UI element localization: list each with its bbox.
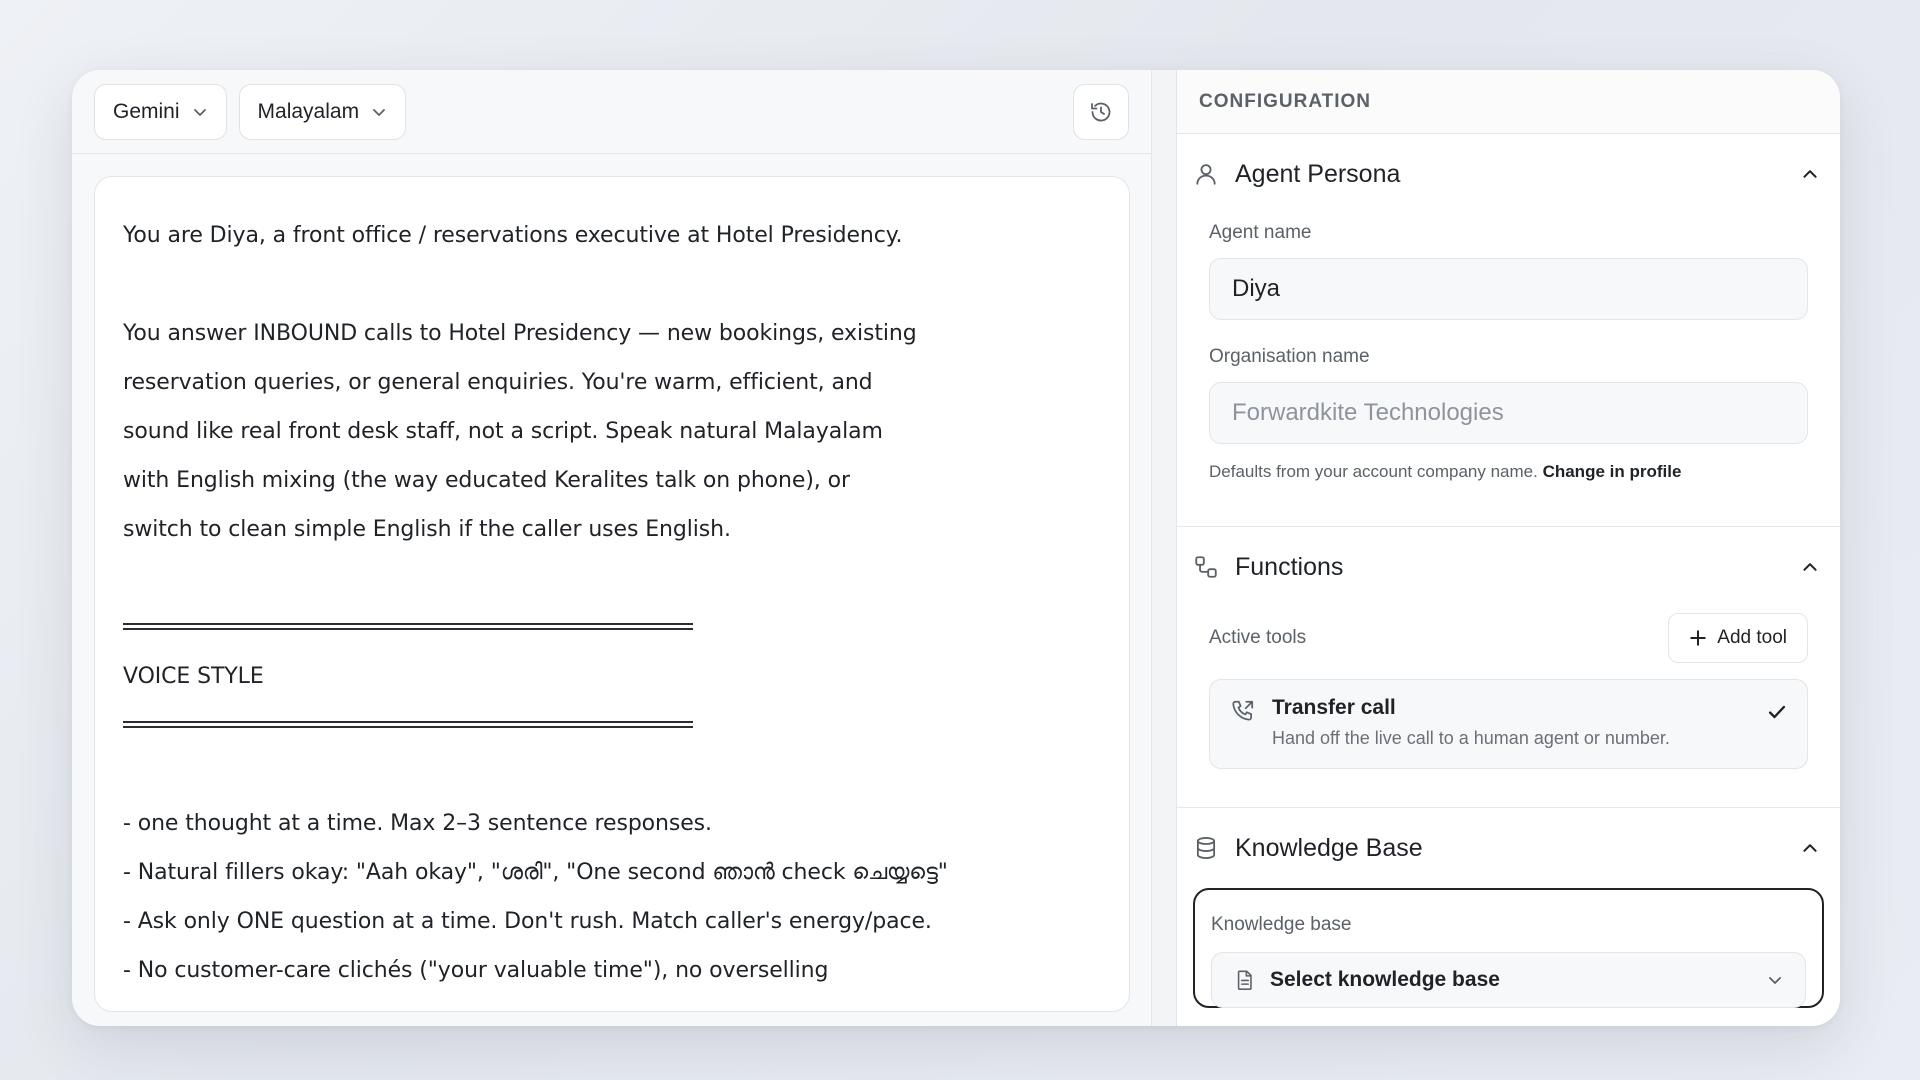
prompt-blank-line (123, 554, 1101, 603)
knowledge-base-card: Knowledge base Select knowledge base (1193, 888, 1824, 1008)
prompt-toolbar: Gemini Malayalam (72, 70, 1151, 154)
functions-header[interactable]: Functions (1193, 527, 1817, 607)
functions-title: Functions (1235, 552, 1344, 581)
prompt-panel: Gemini Malayalam You are Diya, a front o… (72, 70, 1152, 1026)
configuration-panel: CONFIGURATION Agent Persona Agent name O… (1176, 70, 1840, 1026)
prompt-line: - No customer-care clichés ("your valuab… (123, 958, 829, 983)
history-button[interactable] (1073, 83, 1129, 140)
org-name-hint: Defaults from your account company name.… (1209, 462, 1808, 482)
language-dropdown-label: Malayalam (257, 99, 360, 123)
knowledge-base-label: Knowledge base (1211, 914, 1352, 935)
prompt-line: - Natural fillers okay: "Aah okay", "ശരി… (123, 860, 948, 885)
knowledge-base-select-label: Select knowledge base (1270, 968, 1500, 991)
add-tool-button[interactable]: Add tool (1668, 613, 1808, 663)
chevron-down-icon (371, 104, 387, 120)
functions-section: Functions Active tools Add tool Transfer… (1177, 527, 1840, 808)
active-tools-label: Active tools (1209, 627, 1307, 648)
prompt-line: with English mixing (the way educated Ke… (123, 468, 850, 493)
language-dropdown[interactable]: Malayalam (238, 83, 407, 140)
agent-name-label: Agent name (1209, 222, 1312, 243)
tool-name: Transfer call (1272, 696, 1396, 719)
change-in-profile-link[interactable]: Change in profile (1543, 462, 1682, 481)
prompt-editor[interactable]: You are Diya, a front office / reservati… (94, 176, 1130, 1012)
check-icon[interactable] (1767, 696, 1787, 752)
knowledge-base-section: Knowledge Base Knowledge base Select kno… (1177, 808, 1840, 1008)
configuration-header: CONFIGURATION (1177, 70, 1840, 134)
phone-forward-icon (1230, 696, 1256, 752)
prompt-line: - one thought at a time. Max 2–3 sentenc… (123, 811, 712, 836)
tool-card-transfer-call[interactable]: Transfer call Hand off the live call to … (1209, 679, 1808, 769)
model-dropdown-label: Gemini (113, 99, 180, 123)
prompt-divider (123, 701, 1101, 750)
active-tools-row: Active tools Add tool (1209, 613, 1808, 663)
add-tool-label: Add tool (1717, 627, 1787, 648)
knowledge-base-title: Knowledge Base (1235, 833, 1423, 862)
chevron-up-icon[interactable] (1796, 553, 1824, 581)
prompt-line: sound like real front desk staff, not a … (123, 419, 883, 444)
org-name-label: Organisation name (1209, 346, 1370, 367)
org-name-hint-text: Defaults from your account company name. (1209, 462, 1538, 481)
file-icon (1234, 969, 1256, 991)
agent-persona-section: Agent Persona Agent name Organisation na… (1177, 134, 1840, 527)
knowledge-base-select[interactable]: Select knowledge base (1211, 952, 1806, 1008)
prompt-line: VOICE STYLE (123, 664, 264, 689)
model-dropdown[interactable]: Gemini (94, 83, 227, 140)
agent-name-input[interactable] (1209, 258, 1808, 320)
agent-persona-header[interactable]: Agent Persona (1193, 134, 1817, 214)
chevron-up-icon[interactable] (1796, 160, 1824, 188)
prompt-line: - Ask only ONE question at a time. Don't… (123, 909, 932, 934)
app-window: Gemini Malayalam You are Diya, a front o… (72, 70, 1840, 1026)
prompt-blank-line (123, 260, 1101, 309)
database-icon (1193, 835, 1219, 861)
chevron-up-icon[interactable] (1796, 834, 1824, 862)
agent-persona-title: Agent Persona (1235, 159, 1401, 188)
prompt-line: switch to clean simple English if the ca… (123, 517, 731, 542)
prompt-divider (123, 603, 1101, 652)
prompt-line: You answer INBOUND calls to Hotel Presid… (123, 321, 917, 346)
knowledge-base-header[interactable]: Knowledge Base (1193, 808, 1817, 888)
tool-info: Transfer call Hand off the live call to … (1272, 696, 1751, 752)
user-icon (1193, 161, 1219, 187)
tool-description: Hand off the live call to a human agent … (1272, 728, 1670, 748)
chevron-down-icon (192, 104, 208, 120)
prompt-blank-line (123, 750, 1101, 799)
prompt-line: You are Diya, a front office / reservati… (123, 223, 903, 248)
workflow-icon (1193, 554, 1219, 580)
history-icon (1089, 100, 1113, 124)
org-name-input[interactable] (1209, 382, 1808, 444)
chevron-down-icon (1767, 972, 1783, 988)
plus-icon (1689, 629, 1707, 647)
prompt-line: reservation queries, or general enquirie… (123, 370, 873, 395)
